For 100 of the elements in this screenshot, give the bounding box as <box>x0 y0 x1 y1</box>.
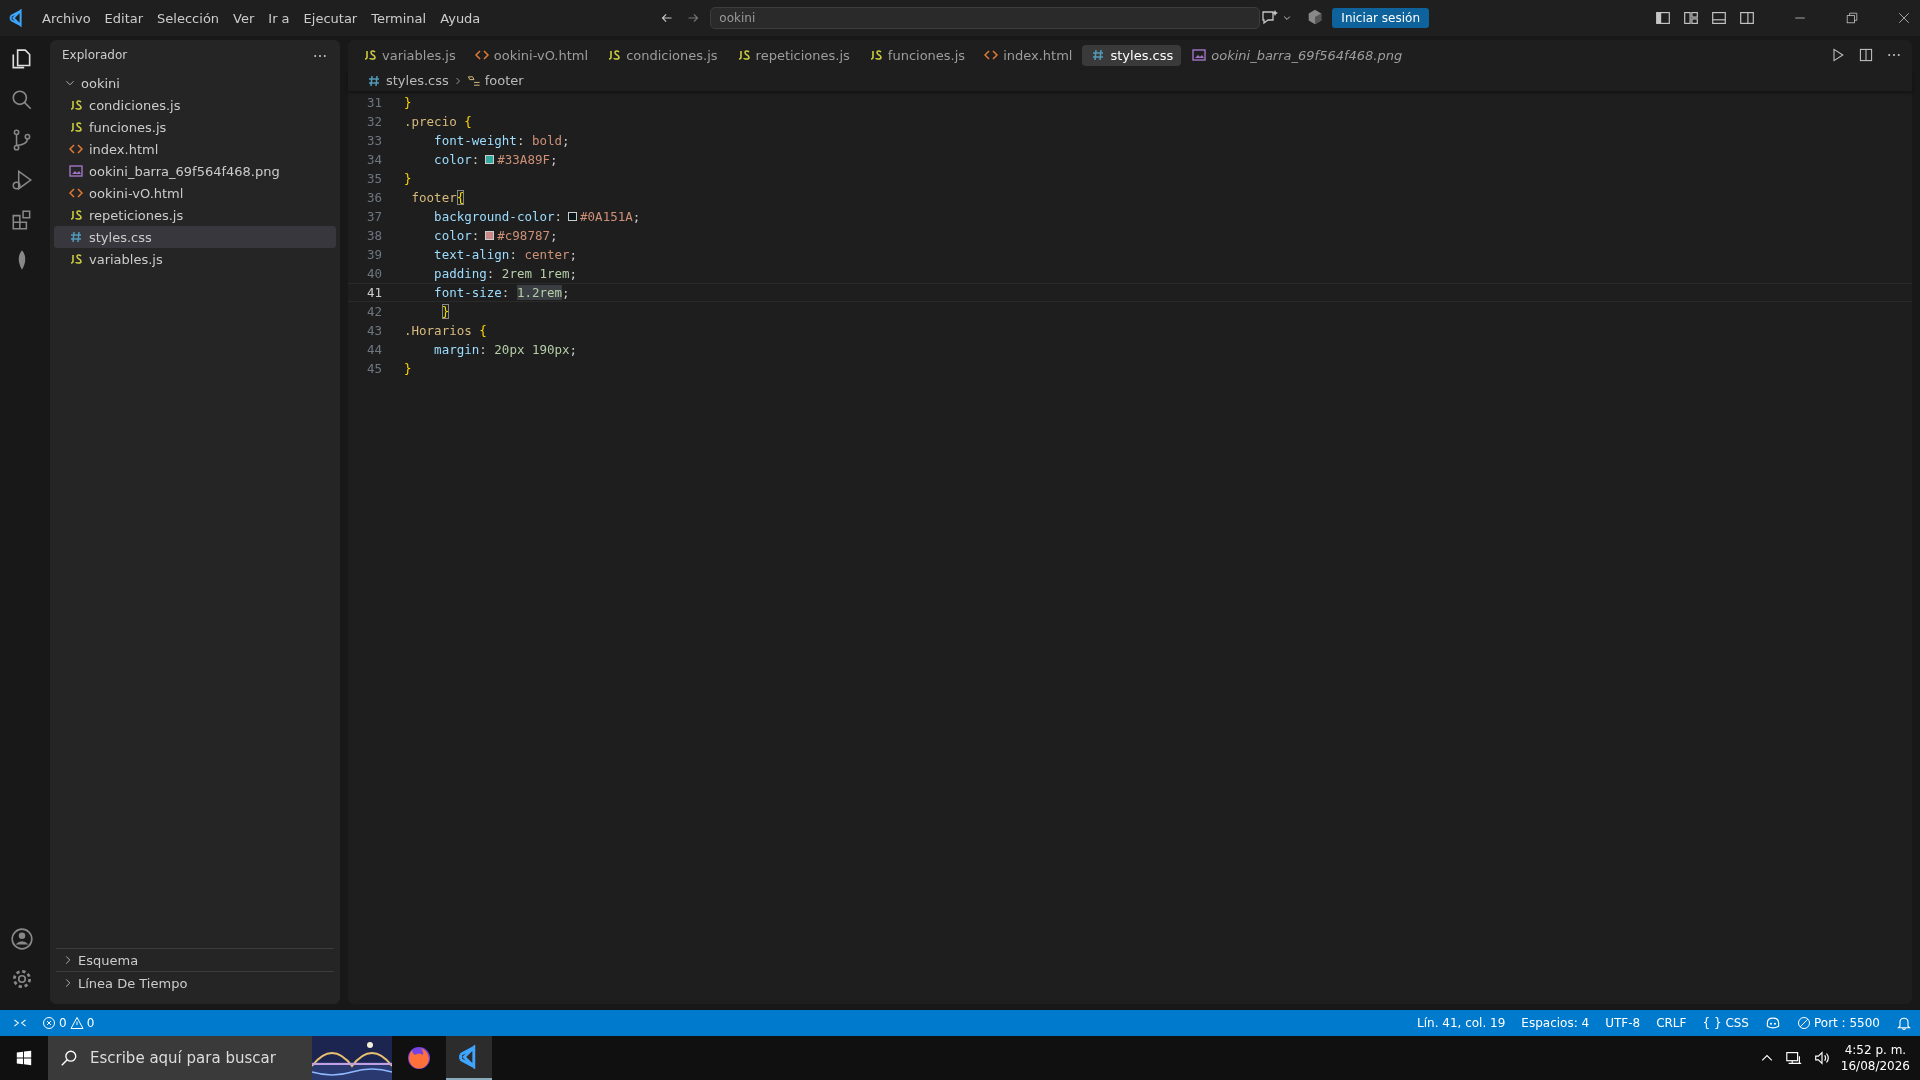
code-token: : <box>554 209 563 224</box>
search-icon[interactable] <box>10 88 34 112</box>
section-header[interactable]: Línea De Tiempo <box>56 971 334 994</box>
line-ending-setting[interactable]: CRLF <box>1656 1016 1687 1030</box>
line-number: 45 <box>365 361 382 376</box>
editor-app-icon[interactable] <box>446 1036 492 1080</box>
line-number: 36 <box>365 190 382 205</box>
file-row[interactable]: variables.js <box>54 248 336 270</box>
menu-item[interactable]: Selección <box>151 7 226 29</box>
split-editor-icon[interactable] <box>1858 47 1874 63</box>
file-row[interactable]: funciones.js <box>54 116 336 138</box>
run-debug-icon[interactable] <box>10 168 34 192</box>
line-number: 37 <box>365 209 382 224</box>
color-swatch[interactable] <box>568 212 578 221</box>
run-icon[interactable] <box>1830 47 1846 63</box>
menu-item[interactable]: Ir a <box>262 7 296 29</box>
editor-tab[interactable]: ookini_barra_69f564f468.png <box>1183 44 1411 66</box>
file-row[interactable]: styles.css <box>54 226 336 248</box>
clock[interactable]: 4:52 p. m. 16/08/2026 <box>1840 1042 1910 1074</box>
settings-icon[interactable] <box>10 967 34 991</box>
account-icon[interactable] <box>10 927 34 951</box>
menu-item[interactable]: Ayuda <box>434 7 487 29</box>
image-file-icon <box>68 165 84 177</box>
hash-icon <box>68 231 84 243</box>
js-file-icon <box>606 50 623 60</box>
js-file-icon <box>68 210 84 220</box>
editor-tab[interactable]: styles.css <box>1082 44 1182 66</box>
code-token: } <box>404 361 412 376</box>
code-token: } <box>404 95 412 110</box>
code-token: 20px 190px <box>494 342 570 357</box>
encoding-setting[interactable]: UTF-8 <box>1605 1016 1641 1030</box>
menu-item[interactable]: Terminal <box>365 7 433 29</box>
hash-icon <box>366 74 382 87</box>
section-header[interactable]: Esquema <box>56 948 334 971</box>
code-token: center <box>524 247 570 262</box>
file-row[interactable]: ookini-vO.html <box>54 182 336 204</box>
volume-icon[interactable] <box>1812 1049 1831 1067</box>
line-number: 42 <box>365 304 382 319</box>
sidebar-layout-icon[interactable] <box>1654 9 1672 27</box>
js-file-icon <box>68 122 84 132</box>
code-token: 2rem 1rem <box>501 266 570 281</box>
sign-in-button[interactable]: Iniciar sesión <box>1332 8 1430 28</box>
code-token: color <box>434 152 472 167</box>
editor-tab[interactable]: variables.js <box>354 44 464 66</box>
taskbar-search-field[interactable]: Escribe aquí para buscar <box>48 1036 312 1080</box>
line-number: 44 <box>365 342 382 357</box>
error-icon[interactable] <box>42 1016 56 1030</box>
language-mode[interactable]: { } CSS <box>1702 1016 1749 1030</box>
editor-tab[interactable]: condiciones.js <box>598 44 726 66</box>
menu-item[interactable]: Archivo <box>36 7 97 29</box>
breadcrumb-item[interactable]: styles.css <box>386 73 449 88</box>
file-row[interactable]: condiciones.js <box>54 94 336 116</box>
file-row[interactable]: index.html <box>54 138 336 160</box>
file-row[interactable]: ookini_barra_69f564f468.png <box>54 160 336 182</box>
line-number: 38 <box>365 228 382 243</box>
code-token: text-align <box>434 247 510 262</box>
split-layout-icon[interactable] <box>1738 9 1756 27</box>
cursor-position[interactable]: Lín. 41, col. 19 <box>1417 1016 1506 1030</box>
bell-icon[interactable] <box>1896 1015 1912 1031</box>
line-number: 43 <box>365 323 382 338</box>
code-token: ; <box>632 209 641 224</box>
grid-layout-icon[interactable] <box>1682 9 1700 27</box>
editor-tab[interactable]: repeticiones.js <box>727 44 858 66</box>
symbol-icon[interactable] <box>466 73 481 88</box>
color-swatch[interactable] <box>485 231 495 240</box>
breadcrumb-item[interactable]: footer <box>484 73 524 88</box>
search-field[interactable]: ookini <box>710 7 1261 29</box>
file-row[interactable]: repeticiones.js <box>54 204 336 226</box>
code-file-icon <box>473 50 490 60</box>
folder-row[interactable]: ookini <box>54 72 336 94</box>
menu-item[interactable]: Ejecutar <box>297 7 364 29</box>
color-swatch[interactable] <box>485 155 495 164</box>
editor-tab[interactable]: funciones.js <box>859 44 974 66</box>
code-token: padding <box>434 266 487 281</box>
code-token: ; <box>549 228 558 243</box>
code-token: .precio <box>404 114 457 129</box>
menu-item[interactable]: Editar <box>98 7 150 29</box>
windows-logo-icon[interactable] <box>15 1049 33 1067</box>
menu-item[interactable]: Ver <box>227 7 261 29</box>
line-number: 33 <box>365 133 382 148</box>
panel-title: Explorador <box>62 48 128 64</box>
panel-layout-icon[interactable] <box>1710 9 1728 27</box>
editor-tab[interactable]: index.html <box>975 44 1081 66</box>
error-count[interactable]: 0 <box>59 1016 67 1030</box>
code-token: { <box>464 114 472 129</box>
line-number: 35 <box>365 171 382 186</box>
code-token: ; <box>569 266 578 281</box>
live-server-port[interactable]: Port : 5500 <box>1814 1016 1880 1030</box>
close-icon[interactable] <box>1896 10 1912 26</box>
no-entry-icon[interactable] <box>1797 1016 1811 1030</box>
warning-count[interactable]: 0 <box>86 1016 95 1030</box>
line-number: 41 <box>365 285 382 300</box>
code-token: : <box>486 266 495 281</box>
line-number: 32 <box>365 114 382 129</box>
warning-icon[interactable] <box>69 1016 84 1030</box>
restore-icon[interactable] <box>1844 10 1860 26</box>
code-file-icon <box>68 144 84 154</box>
indentation-setting[interactable]: Espacios: 4 <box>1521 1016 1590 1030</box>
network-icon[interactable] <box>1784 1049 1803 1067</box>
editor-tab[interactable]: ookini-vO.html <box>465 44 597 66</box>
